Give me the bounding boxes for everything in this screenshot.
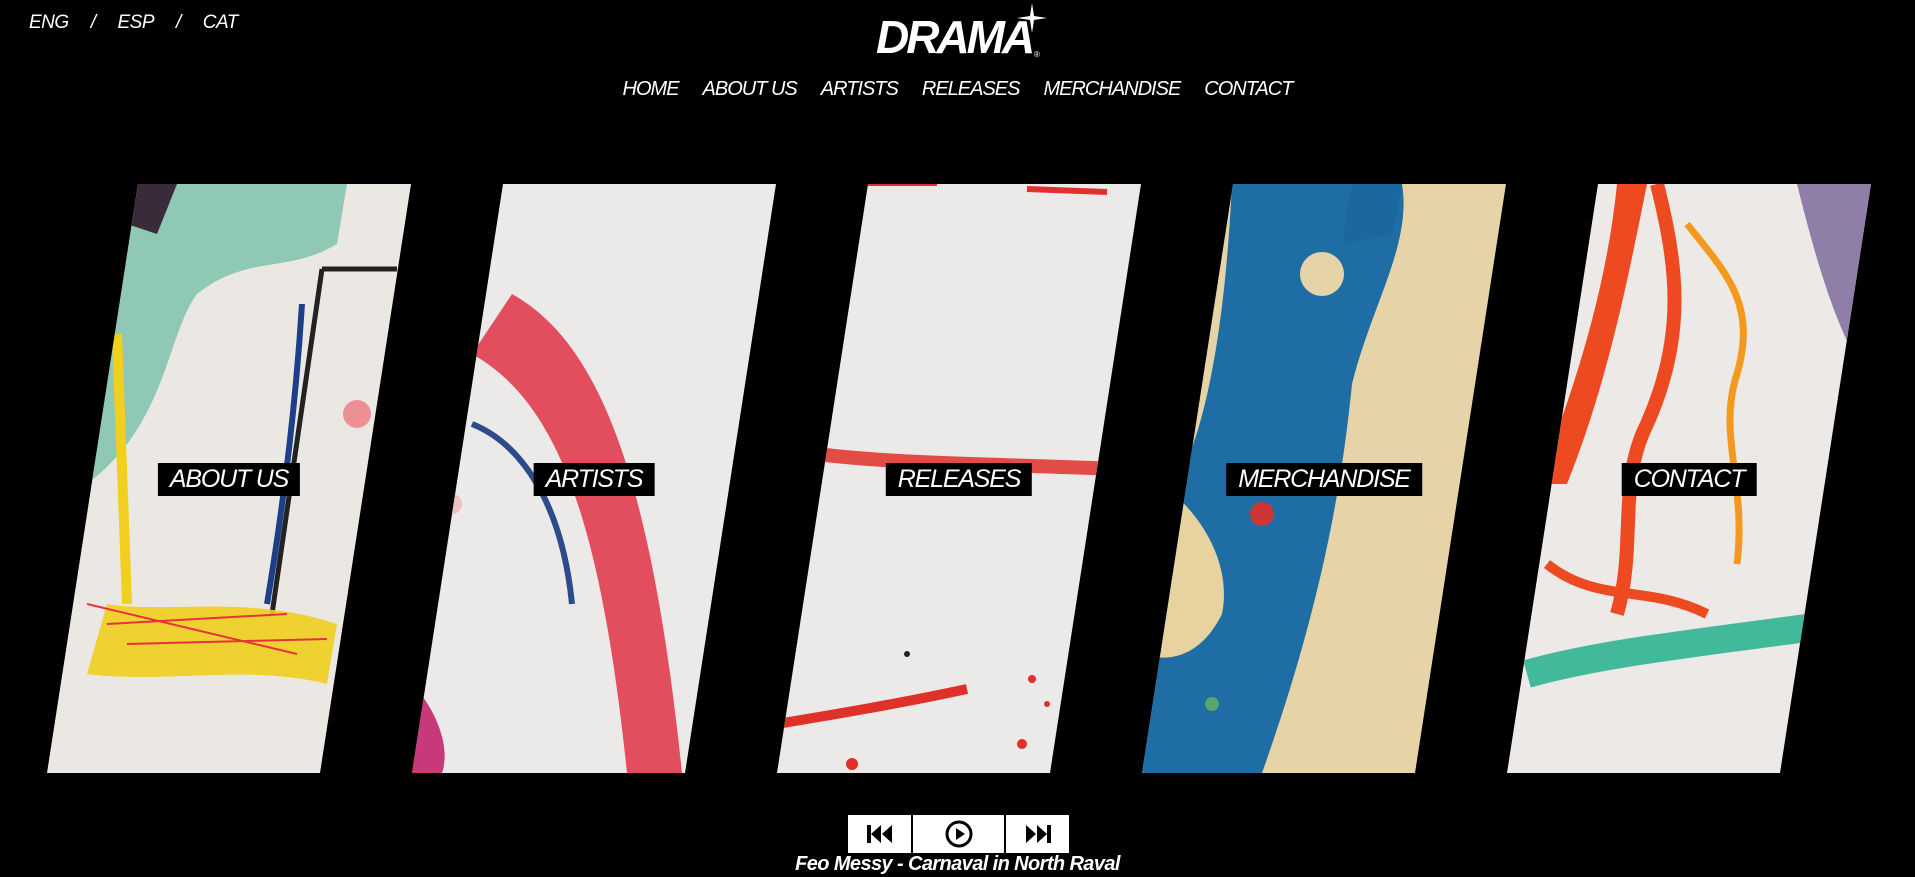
panel-label-artists: ARTISTS <box>533 463 655 496</box>
nav-about-us[interactable]: ABOUT US <box>703 78 798 101</box>
panel-label-merchandise: MERCHANDISE <box>1226 463 1422 496</box>
lang-cat-link[interactable]: CAT <box>203 12 239 34</box>
audio-player <box>848 815 1069 853</box>
panel-label-about-us: ABOUT US <box>157 463 301 496</box>
panel-label-contact: CONTACT <box>1621 463 1757 496</box>
language-switcher: ENG / ESP / CAT <box>29 12 238 34</box>
registered-mark: ® <box>1034 50 1040 59</box>
panel-merchandise[interactable]: MERCHANDISE <box>1142 184 1506 773</box>
play-icon <box>945 820 972 848</box>
lang-esp-link[interactable]: ESP <box>117 12 154 34</box>
nav-home[interactable]: HOME <box>623 78 680 101</box>
panel-label-releases: RELEASES <box>885 463 1033 496</box>
lang-separator: / <box>90 12 96 33</box>
next-track-button[interactable] <box>1006 815 1069 853</box>
panel-releases[interactable]: RELEASES <box>777 184 1141 773</box>
panel-artists[interactable]: ARTISTS <box>412 184 776 773</box>
lang-eng-link[interactable]: ENG <box>29 12 69 34</box>
nav-merchandise[interactable]: MERCHANDISE <box>1043 78 1181 101</box>
nav-contact[interactable]: CONTACT <box>1204 78 1293 101</box>
skip-next-icon <box>1025 825 1051 843</box>
now-playing-title: Feo Messy - Carnaval in North Raval <box>795 853 1120 875</box>
lang-separator: / <box>176 12 181 33</box>
nav-artists[interactable]: ARTISTS <box>821 78 899 101</box>
section-panels: ABOUT US ARTISTS RELEASES MERCHANDISE CO… <box>0 184 1915 773</box>
brand-wordmark: DRAMA <box>876 11 1035 63</box>
skip-previous-icon <box>866 825 892 843</box>
panel-about-us[interactable]: ABOUT US <box>47 184 411 773</box>
brand-logo[interactable]: DRAMA ® <box>876 3 1051 65</box>
panel-contact[interactable]: CONTACT <box>1507 184 1871 773</box>
previous-track-button[interactable] <box>848 815 911 853</box>
main-nav: HOME ABOUT US ARTISTS RELEASES MERCHANDI… <box>0 78 1915 101</box>
nav-releases[interactable]: RELEASES <box>922 78 1021 101</box>
play-button[interactable] <box>913 815 1004 853</box>
sparkle-icon <box>1017 3 1047 33</box>
